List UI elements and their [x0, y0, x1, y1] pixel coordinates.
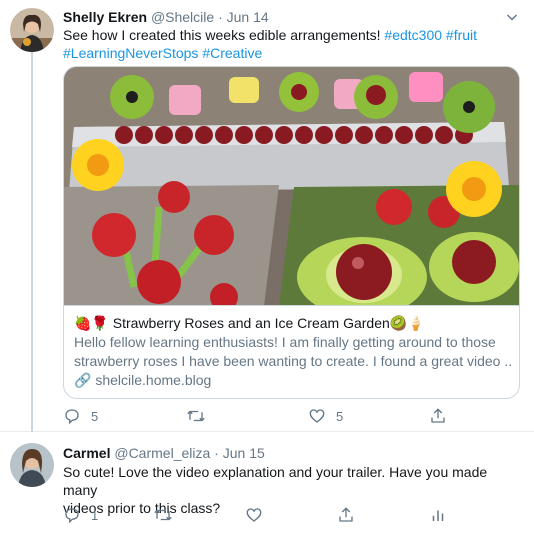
card-body: 🍓🌹 Strawberry Roses and an Ice Cream Gar… — [74, 314, 511, 390]
display-name[interactable]: Shelly Ekren — [63, 9, 147, 25]
heart-icon — [246, 508, 262, 522]
card-title-text: Strawberry Roses and an Ice Cream Garden — [112, 315, 390, 331]
retweet-button[interactable] — [186, 406, 216, 426]
separator-dot: · — [214, 445, 219, 461]
card-domain-text: shelcile.home.blog — [95, 372, 212, 388]
card-description-line: strawberry roses I have been wanting to … — [74, 353, 511, 369]
reply-button[interactable]: 1 — [63, 505, 98, 525]
tweet-text-line: So cute! Love the video explanation and … — [63, 464, 488, 498]
share-icon — [339, 507, 353, 522]
reply-count: 5 — [91, 408, 99, 424]
analytics-button[interactable] — [429, 505, 447, 525]
hashtag-link[interactable]: #LearningNeverStops — [63, 45, 198, 61]
reply-tweet[interactable]: Carmel @Carmel_eliza · Jun 15 So cute! L… — [0, 433, 534, 535]
display-name[interactable]: Carmel — [63, 445, 110, 461]
share-button[interactable] — [337, 505, 355, 525]
reply-icon — [65, 508, 79, 524]
retweet-icon — [187, 410, 205, 422]
handle[interactable]: @Shelcile — [151, 9, 214, 25]
analytics-bar-chart-icon — [432, 510, 444, 521]
tweet-actions: 1 — [63, 505, 523, 525]
like-count: 5 — [336, 408, 344, 424]
card-description-line: Hello fellow learning enthusiasts! I am … — [74, 334, 496, 350]
separator-dot: · — [218, 9, 223, 25]
reply-button[interactable]: 5 — [63, 406, 98, 426]
hashtag-link[interactable]: #fruit — [446, 27, 477, 43]
hashtag-link[interactable]: #edtc300 — [384, 27, 442, 43]
card-domain: 🔗 shelcile.home.blog — [74, 371, 511, 390]
kiwi-icecream-emoji-icon: 🥝🍦 — [389, 315, 425, 331]
link-card[interactable]: 🍓🌹 Strawberry Roses and an Ice Cream Gar… — [63, 66, 520, 399]
avatar[interactable] — [10, 8, 54, 52]
retweet-button[interactable] — [153, 505, 183, 525]
heart-icon — [309, 409, 325, 423]
timestamp[interactable]: Jun 15 — [223, 445, 265, 461]
like-button[interactable] — [245, 505, 273, 525]
tweet-text: See how I created this weeks edible arra… — [63, 26, 518, 62]
tweet[interactable]: Shelly Ekren @Shelcile · Jun 14 See how … — [0, 0, 534, 432]
like-button[interactable]: 5 — [308, 406, 343, 426]
thread-line — [31, 52, 33, 432]
tweet-header: Shelly Ekren @Shelcile · Jun 14 — [63, 8, 269, 26]
handle[interactable]: @Carmel_eliza — [114, 445, 210, 461]
hashtag-link[interactable]: #Creative — [202, 45, 262, 61]
chevron-down-icon[interactable] — [506, 11, 518, 23]
share-button[interactable] — [429, 406, 447, 426]
reply-count: 1 — [91, 507, 99, 523]
reply-icon — [65, 409, 79, 425]
avatar[interactable] — [10, 443, 54, 487]
tweet-text-plain: See how I created this weeks edible arra… — [63, 27, 381, 43]
tweet-actions: 5 5 — [63, 406, 523, 426]
card-title: 🍓🌹 Strawberry Roses and an Ice Cream Gar… — [74, 314, 511, 333]
link-icon: 🔗 — [74, 372, 92, 388]
timestamp[interactable]: Jun 14 — [227, 9, 269, 25]
retweet-icon — [154, 509, 172, 521]
strawberry-rose-emoji-icon: 🍓🌹 — [74, 315, 109, 331]
card-image — [64, 67, 519, 306]
share-icon — [431, 408, 445, 423]
tweet-header: Carmel @Carmel_eliza · Jun 15 — [63, 444, 265, 462]
